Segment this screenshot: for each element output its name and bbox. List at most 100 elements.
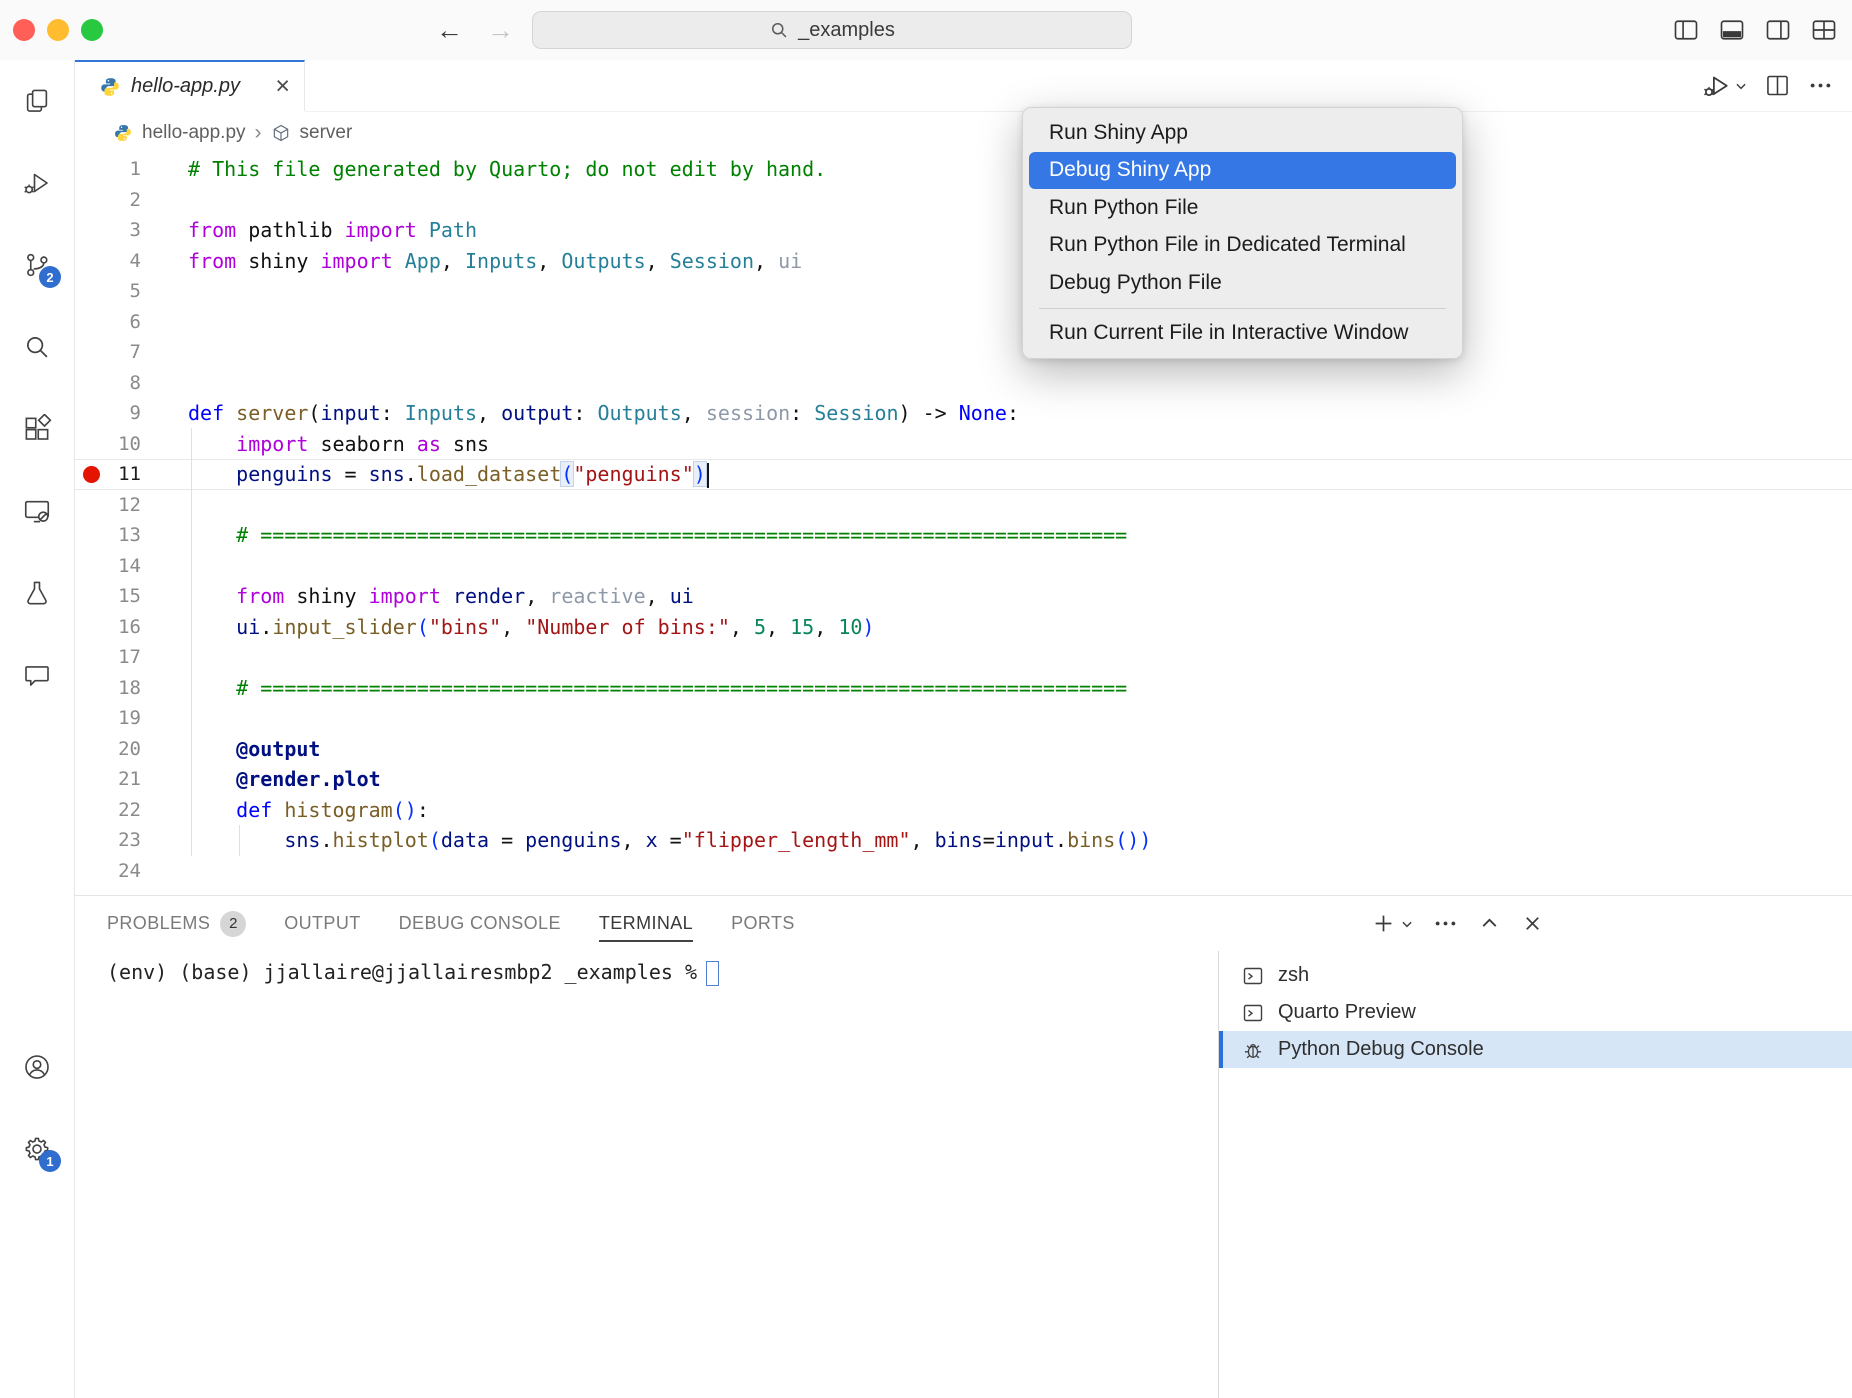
code-line-21[interactable]: 21 @render.plot: [75, 764, 1852, 795]
run-python-button[interactable]: [1702, 71, 1748, 101]
code-line-9[interactable]: 9def server(input: Inputs, output: Outpu…: [75, 398, 1852, 429]
terminal-prompt: (env) (base) jjallaire@jjallairesmbp2 _e…: [107, 960, 697, 984]
gutter[interactable]: 10: [75, 429, 141, 460]
menu-item-run-python-file[interactable]: Run Python File: [1029, 189, 1456, 227]
gutter[interactable]: 1: [75, 154, 141, 185]
breadcrumb-chevron-icon: ›: [255, 121, 262, 145]
code-line-4[interactable]: 4from shiny import App, Inputs, Outputs,…: [75, 246, 1852, 277]
code-line-14[interactable]: 14: [75, 551, 1852, 582]
command-center-search[interactable]: _examples: [532, 11, 1132, 49]
gutter[interactable]: 2: [75, 185, 141, 216]
panel-tab-debug-console[interactable]: DEBUG CONSOLE: [399, 896, 561, 951]
panel-tab-output[interactable]: OUTPUT: [284, 896, 360, 951]
breakpoint-icon[interactable]: [83, 466, 100, 483]
customize-layout-icon[interactable]: [1810, 16, 1838, 44]
code-line-7[interactable]: 7: [75, 337, 1852, 368]
code-line-8[interactable]: 8: [75, 368, 1852, 399]
gutter[interactable]: 3: [75, 215, 141, 246]
forward-button[interactable]: →: [487, 15, 514, 46]
split-editor-button[interactable]: [1764, 72, 1791, 99]
gutter[interactable]: 8: [75, 368, 141, 399]
tab-close-icon[interactable]: ×: [275, 74, 290, 99]
gutter[interactable]: 19: [75, 703, 141, 734]
gutter[interactable]: 23: [75, 825, 141, 856]
terminal-list-item-quarto-preview[interactable]: Quarto Preview: [1219, 994, 1852, 1031]
comments-activity-button[interactable]: [0, 634, 74, 716]
gutter[interactable]: 11: [75, 459, 141, 490]
code-line-10[interactable]: 10 import seaborn as sns: [75, 429, 1852, 460]
remote-explorer-activity-button[interactable]: [0, 470, 74, 552]
panel-tab-terminal[interactable]: TERMINAL: [599, 896, 693, 951]
menu-item-run-shiny-app[interactable]: Run Shiny App: [1029, 114, 1456, 152]
code-line-16[interactable]: 16 ui.input_slider("bins", "Number of bi…: [75, 612, 1852, 643]
code-line-11[interactable]: 11 penguins = sns.load_dataset("penguins…: [75, 459, 1852, 490]
code-line-19[interactable]: 19: [75, 703, 1852, 734]
menu-item-run-python-file-in-dedicated-terminal[interactable]: Run Python File in Dedicated Terminal: [1029, 227, 1456, 265]
run-debug-activity-button[interactable]: [0, 142, 74, 224]
panel-tab-ports[interactable]: PORTS: [731, 896, 795, 951]
code-line-6[interactable]: 6: [75, 307, 1852, 338]
tab-hello-app-py[interactable]: hello-app.py ×: [75, 60, 305, 111]
toggle-primary-sidebar-icon[interactable]: [1672, 16, 1700, 44]
close-window-button[interactable]: [13, 19, 35, 41]
new-terminal-button[interactable]: [1370, 910, 1414, 937]
line-number: 17: [118, 646, 141, 668]
settings-activity-button[interactable]: 1: [0, 1108, 74, 1190]
terminal[interactable]: (env) (base) jjallaire@jjallairesmbp2 _e…: [75, 951, 1218, 1398]
testing-activity-button[interactable]: [0, 552, 74, 634]
code-line-1[interactable]: 1# This file generated by Quarto; do not…: [75, 154, 1852, 185]
gutter[interactable]: 6: [75, 307, 141, 338]
breadcrumb-file[interactable]: hello-app.py: [142, 122, 246, 144]
code-line-13[interactable]: 13 # ===================================…: [75, 520, 1852, 551]
source-control-activity-button[interactable]: 2: [0, 224, 74, 306]
more-button[interactable]: [1807, 72, 1834, 99]
gutter[interactable]: 16: [75, 612, 141, 643]
code-line-12[interactable]: 12: [75, 490, 1852, 521]
minimize-window-button[interactable]: [47, 19, 69, 41]
toggle-panel-icon[interactable]: [1718, 16, 1746, 44]
gutter[interactable]: 18: [75, 673, 141, 704]
zoom-window-button[interactable]: [81, 19, 103, 41]
menu-item-debug-python-file[interactable]: Debug Python File: [1029, 264, 1456, 302]
gutter[interactable]: 15: [75, 581, 141, 612]
gutter[interactable]: 21: [75, 764, 141, 795]
gutter[interactable]: 7: [75, 337, 141, 368]
code-line-5[interactable]: 5: [75, 276, 1852, 307]
code-line-24[interactable]: 24: [75, 856, 1852, 887]
search-activity-button[interactable]: [0, 306, 74, 388]
code-line-18[interactable]: 18 # ===================================…: [75, 673, 1852, 704]
extensions-activity-button[interactable]: [0, 388, 74, 470]
menu-item-run-current-file-in-interactive-window[interactable]: Run Current File in Interactive Window: [1029, 315, 1456, 353]
panel-tab-problems[interactable]: PROBLEMS2: [107, 896, 246, 951]
gutter[interactable]: 13: [75, 520, 141, 551]
gutter[interactable]: 24: [75, 856, 141, 887]
gutter[interactable]: 5: [75, 276, 141, 307]
breadcrumb-symbol[interactable]: server: [300, 122, 353, 144]
gutter[interactable]: 22: [75, 795, 141, 826]
gutter[interactable]: 4: [75, 246, 141, 277]
terminal-list-label: Python Debug Console: [1278, 1038, 1484, 1061]
terminal-list-item-zsh[interactable]: zsh: [1219, 957, 1852, 994]
gutter[interactable]: 17: [75, 642, 141, 673]
gutter[interactable]: 20: [75, 734, 141, 765]
menu-item-debug-shiny-app[interactable]: Debug Shiny App: [1029, 152, 1456, 190]
code-editor[interactable]: 1# This file generated by Quarto; do not…: [75, 154, 1852, 895]
code-line-15[interactable]: 15 from shiny import render, reactive, u…: [75, 581, 1852, 612]
toggle-secondary-sidebar-icon[interactable]: [1764, 16, 1792, 44]
gutter[interactable]: 14: [75, 551, 141, 582]
code-line-22[interactable]: 22 def histogram():: [75, 795, 1852, 826]
code-line-17[interactable]: 17: [75, 642, 1852, 673]
code-line-2[interactable]: 2: [75, 185, 1852, 216]
gutter[interactable]: 12: [75, 490, 141, 521]
terminal-list-item-python-debug-console[interactable]: Python Debug Console: [1219, 1031, 1852, 1068]
code-line-3[interactable]: 3from pathlib import Path: [75, 215, 1852, 246]
close-button[interactable]: [1520, 911, 1545, 936]
gutter[interactable]: 9: [75, 398, 141, 429]
back-button[interactable]: ←: [436, 15, 463, 46]
maximize-button[interactable]: [1477, 911, 1502, 936]
explorer-activity-button[interactable]: [0, 60, 74, 142]
code-line-20[interactable]: 20 @output: [75, 734, 1852, 765]
account-activity-button[interactable]: [0, 1026, 74, 1108]
code-line-23[interactable]: 23 sns.histplot(data = penguins, x ="fli…: [75, 825, 1852, 856]
more-button[interactable]: [1432, 910, 1459, 937]
